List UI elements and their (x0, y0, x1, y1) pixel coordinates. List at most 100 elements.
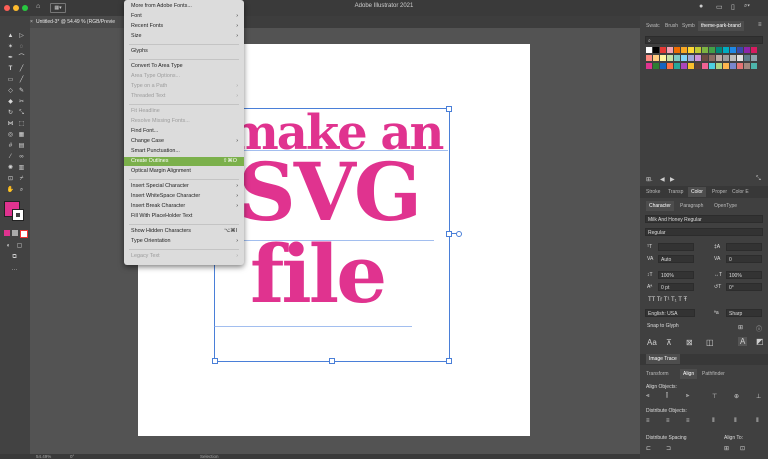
magic-wand-tool-icon[interactable]: ✶ (6, 43, 15, 51)
vertical-scale-field[interactable]: 100% (658, 271, 694, 279)
curvature-tool-icon[interactable]: ⌒ (17, 54, 26, 62)
menu-item-insert-break-character[interactable]: Insert Break Character › (124, 202, 244, 211)
selection-bounding-box[interactable] (214, 108, 450, 362)
swatch[interactable] (730, 63, 736, 69)
swatch[interactable] (716, 63, 722, 69)
swatch[interactable] (660, 47, 666, 53)
menu-item-glyphs[interactable]: Glyphs (124, 47, 244, 56)
swatch[interactable] (723, 55, 729, 61)
tab-pathfinder[interactable]: Pathfinder (702, 369, 725, 379)
align-right-icon[interactable]: ⫸ (686, 393, 689, 400)
selection-handle[interactable] (446, 231, 452, 237)
selection-tool-icon[interactable]: ▲ (6, 32, 15, 40)
swatch[interactable] (744, 55, 750, 61)
swatch[interactable] (646, 55, 652, 61)
anti-aliasing-select[interactable]: Sharp (726, 309, 762, 317)
tracking-field[interactable]: 0 (726, 255, 762, 263)
snap-baseline-icon[interactable]: Aa (647, 338, 657, 347)
align-center-horizontal-icon[interactable]: ⫿ (666, 393, 668, 400)
menu-item-change-case[interactable]: Change Case › (124, 137, 244, 146)
swatch[interactable] (660, 63, 666, 69)
character-rotation-field[interactable]: 0° (726, 283, 762, 291)
swatch[interactable] (681, 47, 687, 53)
menu-item-type-orientation[interactable]: Type Orientation › (124, 237, 244, 246)
swatch[interactable] (716, 47, 722, 53)
rotate-tool-icon[interactable]: ↻ (6, 109, 15, 117)
slice-tool-icon[interactable]: ⌿ (17, 175, 26, 183)
menu-item-more-from-adobe-fonts[interactable]: More from Adobe Fonts... (124, 2, 244, 11)
swatch[interactable] (723, 47, 729, 53)
distribute-right-icon[interactable]: ⦀ (756, 418, 759, 425)
swatch[interactable] (737, 47, 743, 53)
swatch[interactable] (667, 63, 673, 69)
width-tool-icon[interactable]: ⋈ (6, 120, 15, 128)
swatch[interactable] (688, 55, 694, 61)
zoom-tool-icon[interactable]: ⌕ (17, 186, 26, 194)
tab-image-trace[interactable]: Image Trace (646, 354, 680, 364)
swatch[interactable] (653, 47, 659, 53)
language-select[interactable]: English: USA (645, 309, 695, 317)
search-icon[interactable]: ⌕▾ (744, 3, 750, 10)
swatch[interactable] (688, 47, 694, 53)
align-left-icon[interactable]: ⫷ (646, 393, 649, 400)
swatch[interactable] (695, 55, 701, 61)
align-to-selection-icon[interactable]: ⊞ (724, 445, 729, 452)
type-style-buttons[interactable]: TT Tr T¹ T₁ T Ŧ (648, 297, 687, 303)
text-port-handle[interactable] (456, 231, 462, 237)
snap-glyph-bounds-icon[interactable]: ⊠ (686, 338, 693, 347)
shaper-tool-icon[interactable]: ◇ (6, 87, 15, 95)
tab-transparency[interactable]: Transp (668, 187, 683, 197)
swatch-libraries-icon[interactable]: ⊞. (646, 176, 653, 183)
swatch[interactable] (667, 55, 673, 61)
tab-theme-park-brand[interactable]: theme-park-brand (698, 21, 744, 31)
symbol-sprayer-tool-icon[interactable]: ✺ (6, 164, 15, 172)
font-style-select[interactable]: Regular (645, 228, 763, 236)
menu-item-fill-with-placeholder-text[interactable]: Fill With PlaceHolder Text (124, 212, 244, 221)
tab-color[interactable]: Color (688, 187, 706, 197)
swatch[interactable] (751, 55, 757, 61)
swatch[interactable] (751, 47, 757, 53)
rotation-value[interactable]: 0° (70, 454, 74, 459)
scale-tool-icon[interactable]: ⤡ (17, 109, 26, 117)
distribute-top-icon[interactable]: ≡ (646, 418, 650, 424)
user-account-icon[interactable]: ● (699, 3, 703, 10)
pencil-tool-icon[interactable]: ✎ (17, 87, 26, 95)
swatch[interactable] (744, 63, 750, 69)
selection-handle[interactable] (446, 358, 452, 364)
swatch[interactable] (744, 47, 750, 53)
font-size-field[interactable] (658, 243, 694, 251)
swatch[interactable] (646, 63, 652, 69)
tab-brushes[interactable]: Brush (665, 21, 678, 31)
menu-item-find-font[interactable]: Find Font... (124, 127, 244, 136)
tab-properties[interactable]: Proper (712, 187, 727, 197)
arrange-documents-icon[interactable]: ▭ (716, 3, 723, 11)
tab-character[interactable]: Character (646, 201, 674, 211)
swatch[interactable] (681, 63, 687, 69)
kerning-field[interactable]: Auto (658, 255, 694, 263)
gradient-tool-icon[interactable]: ▤ (17, 142, 26, 150)
pen-tool-icon[interactable]: ✒ (6, 54, 15, 62)
swatch[interactable] (653, 55, 659, 61)
menu-item-convert-to-area-type[interactable]: Convert To Area Type (124, 62, 244, 71)
previous-icon[interactable]: ◀ (660, 176, 665, 183)
swatch[interactable] (667, 47, 673, 53)
stroke-color-swatch[interactable] (12, 209, 24, 221)
swatch[interactable] (716, 55, 722, 61)
zoom-level[interactable]: 54.49% (36, 454, 51, 459)
menu-item-font[interactable]: Font › (124, 12, 244, 21)
swatch[interactable] (730, 47, 736, 53)
swatch[interactable] (702, 47, 708, 53)
snap-xheight-icon[interactable]: ⊼ (666, 338, 672, 347)
snap-proximity-icon[interactable]: ◫ (706, 338, 714, 347)
swatch[interactable] (702, 63, 708, 69)
leading-field[interactable] (726, 243, 762, 251)
menu-item-smart-punctuation[interactable]: Smart Punctuation... (124, 147, 244, 156)
snap-angular-icon[interactable]: A (738, 337, 748, 346)
direct-selection-tool-icon[interactable]: ▷ (17, 32, 26, 40)
panel-menu-icon[interactable]: ≡ (758, 22, 762, 28)
eraser-tool-icon[interactable]: ◆ (6, 98, 15, 106)
menu-item-show-hidden-characters[interactable]: Show Hidden Characters ⌥⌘I (124, 227, 244, 236)
swatch[interactable] (737, 55, 743, 61)
vertical-distribute-space-icon[interactable]: ⊏ (646, 445, 651, 452)
swatch[interactable] (709, 47, 715, 53)
